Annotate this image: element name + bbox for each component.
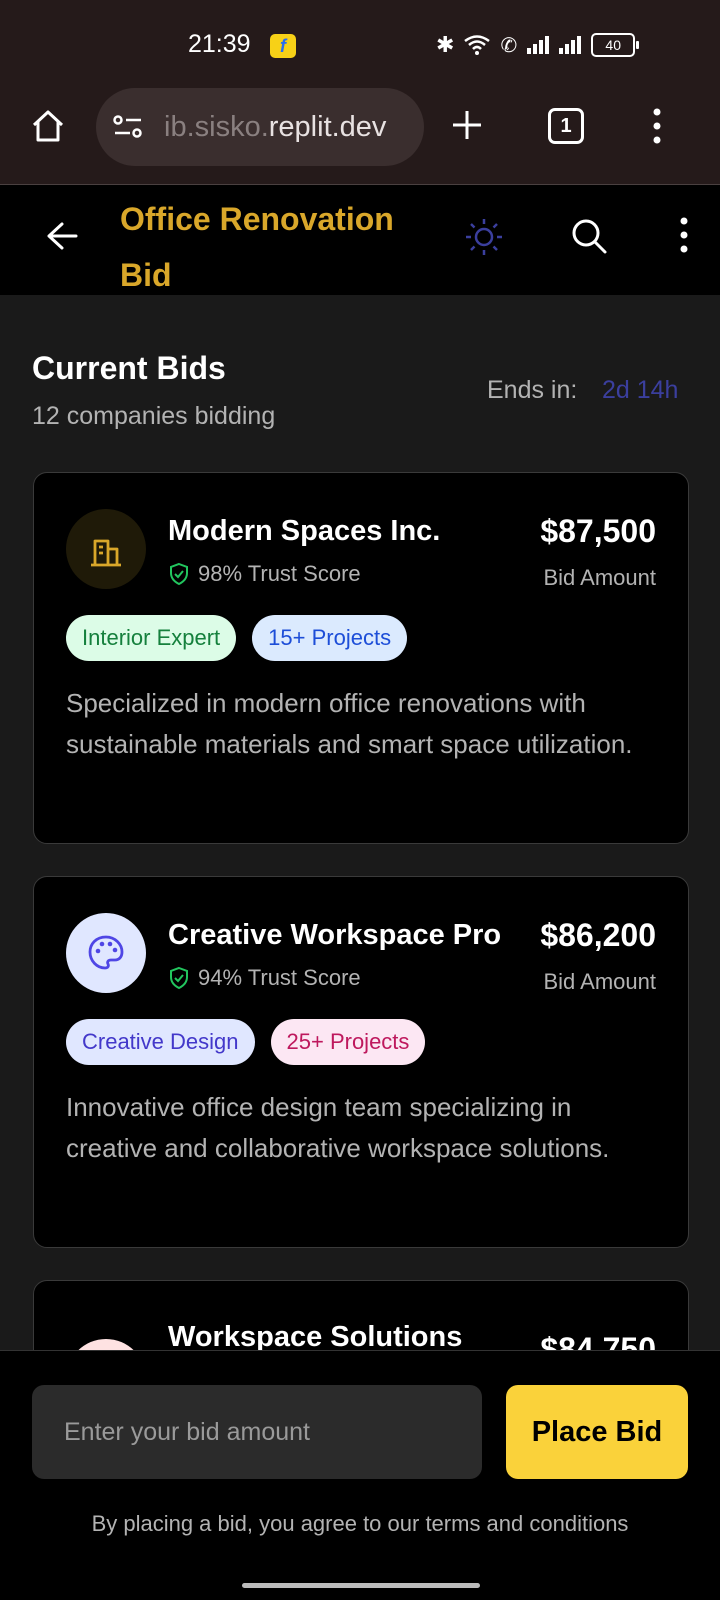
bid-amount: $87,500 [540, 513, 656, 549]
bid-card[interactable]: Creative Workspace Pro 94% Trust Score $… [33, 876, 689, 1248]
trust-score: 94% Trust Score [168, 965, 361, 991]
browser-menu-icon[interactable] [650, 106, 664, 146]
url-main: replit.dev [268, 110, 387, 143]
ends-countdown: 2d 14h [602, 376, 679, 404]
ends-label: Ends in: [487, 376, 578, 404]
address-bar[interactable]: ib.sisko.replit.dev [96, 88, 424, 166]
battery-icon: 40 [591, 33, 640, 57]
bluetooth-icon: ✱ [436, 32, 455, 57]
more-options-icon[interactable] [678, 215, 690, 255]
gesture-handle[interactable] [242, 1583, 480, 1588]
bid-form-bar: Place Bid By placing a bid, you agree to… [0, 1350, 720, 1571]
building-icon [91, 539, 121, 567]
tag-badge: 25+ Projects [270, 1019, 426, 1065]
company-avatar [66, 913, 146, 993]
app-header: Office Renovation Bid [0, 185, 720, 295]
bid-amount-label: Bid Amount [543, 969, 656, 994]
trust-score: 98% Trust Score [168, 561, 361, 587]
flipkart-app-icon: f [270, 34, 296, 58]
bid-amount-label: Bid Amount [543, 565, 656, 590]
company-name: Creative Workspace Pro [168, 919, 502, 951]
status-icons: ✱ ✆ 40 [436, 32, 640, 58]
search-icon[interactable] [570, 217, 608, 255]
signal-icon [527, 36, 550, 54]
bid-amount-input[interactable] [32, 1385, 482, 1479]
back-arrow-icon[interactable] [46, 221, 78, 251]
home-icon[interactable] [30, 108, 66, 144]
shield-check-icon [170, 966, 188, 990]
call-icon: ✆ [500, 34, 518, 57]
tag-badge: Creative Design [66, 1019, 255, 1065]
company-avatar [66, 509, 146, 589]
company-name: Modern Spaces Inc. [168, 515, 441, 547]
status-bar: 21:39 f ✱ ✆ 40 [0, 0, 720, 84]
palette-icon [88, 935, 124, 970]
theme-toggle-icon[interactable] [464, 217, 504, 257]
trust-score-text: 98% Trust Score [198, 561, 361, 586]
new-tab-icon[interactable] [450, 108, 484, 142]
signal-icon-2 [559, 36, 582, 54]
bid-amount: $86,200 [540, 917, 656, 953]
tag-badge: Interior Expert [66, 615, 237, 661]
url-text[interactable]: ib.sisko.replit.dev [164, 111, 424, 144]
tag-list: Creative Design 25+ Projects [66, 1019, 426, 1065]
terms-notice: By placing a bid, you agree to our terms… [91, 1511, 629, 1536]
browser-toolbar: ib.sisko.replit.dev 1 [0, 84, 720, 185]
tab-switcher-button[interactable]: 1 [548, 108, 584, 144]
section-heading: Current Bids [32, 350, 226, 386]
url-faded: ib.sisko. [164, 110, 269, 143]
status-time: 21:39 [188, 30, 251, 58]
site-settings-icon[interactable] [112, 114, 144, 140]
system-nav-bar [0, 1570, 720, 1600]
shield-check-icon [170, 562, 188, 586]
bidder-count: 12 companies bidding [32, 402, 276, 430]
trust-score-text: 94% Trust Score [198, 965, 361, 990]
page-title: Office Renovation Bid [120, 201, 394, 293]
bid-card[interactable]: Modern Spaces Inc. 98% Trust Score $87,5… [33, 472, 689, 844]
company-description: Innovative office design team specializi… [66, 1092, 610, 1163]
company-description: Specialized in modern office renovations… [66, 688, 633, 759]
place-bid-button[interactable]: Place Bid [506, 1385, 688, 1479]
tag-list: Interior Expert 15+ Projects [66, 615, 408, 661]
tag-badge: 15+ Projects [252, 615, 408, 661]
wifi-icon [464, 35, 491, 55]
